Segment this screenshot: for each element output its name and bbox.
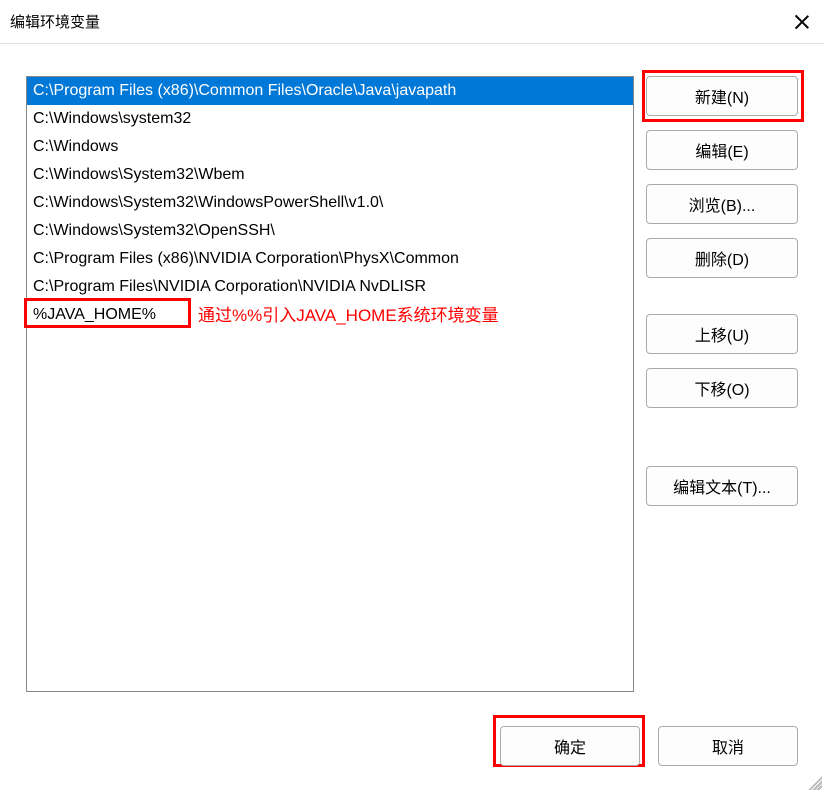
annotation-text: 通过%%引入JAVA_HOME系统环境变量 (198, 301, 499, 326)
list-item[interactable]: C:\Windows\System32\Wbem (27, 161, 633, 189)
list-item[interactable]: C:\Windows (27, 133, 633, 161)
button-column: 新建(N) 编辑(E) 浏览(B)... 删除(D) 上移(U) 下移(O) 编… (646, 76, 798, 520)
edit-text-button[interactable]: 编辑文本(T)... (646, 466, 798, 506)
content-area: C:\Program Files (x86)\Common Files\Orac… (26, 76, 798, 766)
cancel-button[interactable]: 取消 (658, 726, 798, 766)
delete-button[interactable]: 删除(D) (646, 238, 798, 278)
move-down-button[interactable]: 下移(O) (646, 368, 798, 408)
list-item[interactable]: C:\Program Files (x86)\Common Files\Orac… (27, 77, 633, 105)
move-up-button[interactable]: 上移(U) (646, 314, 798, 354)
titlebar: 编辑环境变量 (0, 0, 824, 44)
browse-button[interactable]: 浏览(B)... (646, 184, 798, 224)
list-item[interactable]: C:\Windows\System32\WindowsPowerShell\v1… (27, 189, 633, 217)
list-item[interactable]: C:\Program Files\NVIDIA Corporation\NVID… (27, 273, 633, 301)
ok-button[interactable]: 确定 (500, 726, 640, 766)
env-path-list[interactable]: C:\Program Files (x86)\Common Files\Orac… (26, 76, 634, 692)
new-button[interactable]: 新建(N) (646, 76, 798, 116)
bottom-button-row: 确定 取消 (500, 726, 798, 766)
dialog-title: 编辑环境变量 (10, 11, 100, 32)
list-item[interactable]: C:\Program Files (x86)\NVIDIA Corporatio… (27, 245, 633, 273)
list-item[interactable]: C:\Windows\System32\OpenSSH\ (27, 217, 633, 245)
list-item[interactable]: C:\Windows\system32 (27, 105, 633, 133)
edit-button[interactable]: 编辑(E) (646, 130, 798, 170)
close-icon[interactable] (794, 14, 810, 30)
resize-grip-icon[interactable] (808, 776, 822, 790)
